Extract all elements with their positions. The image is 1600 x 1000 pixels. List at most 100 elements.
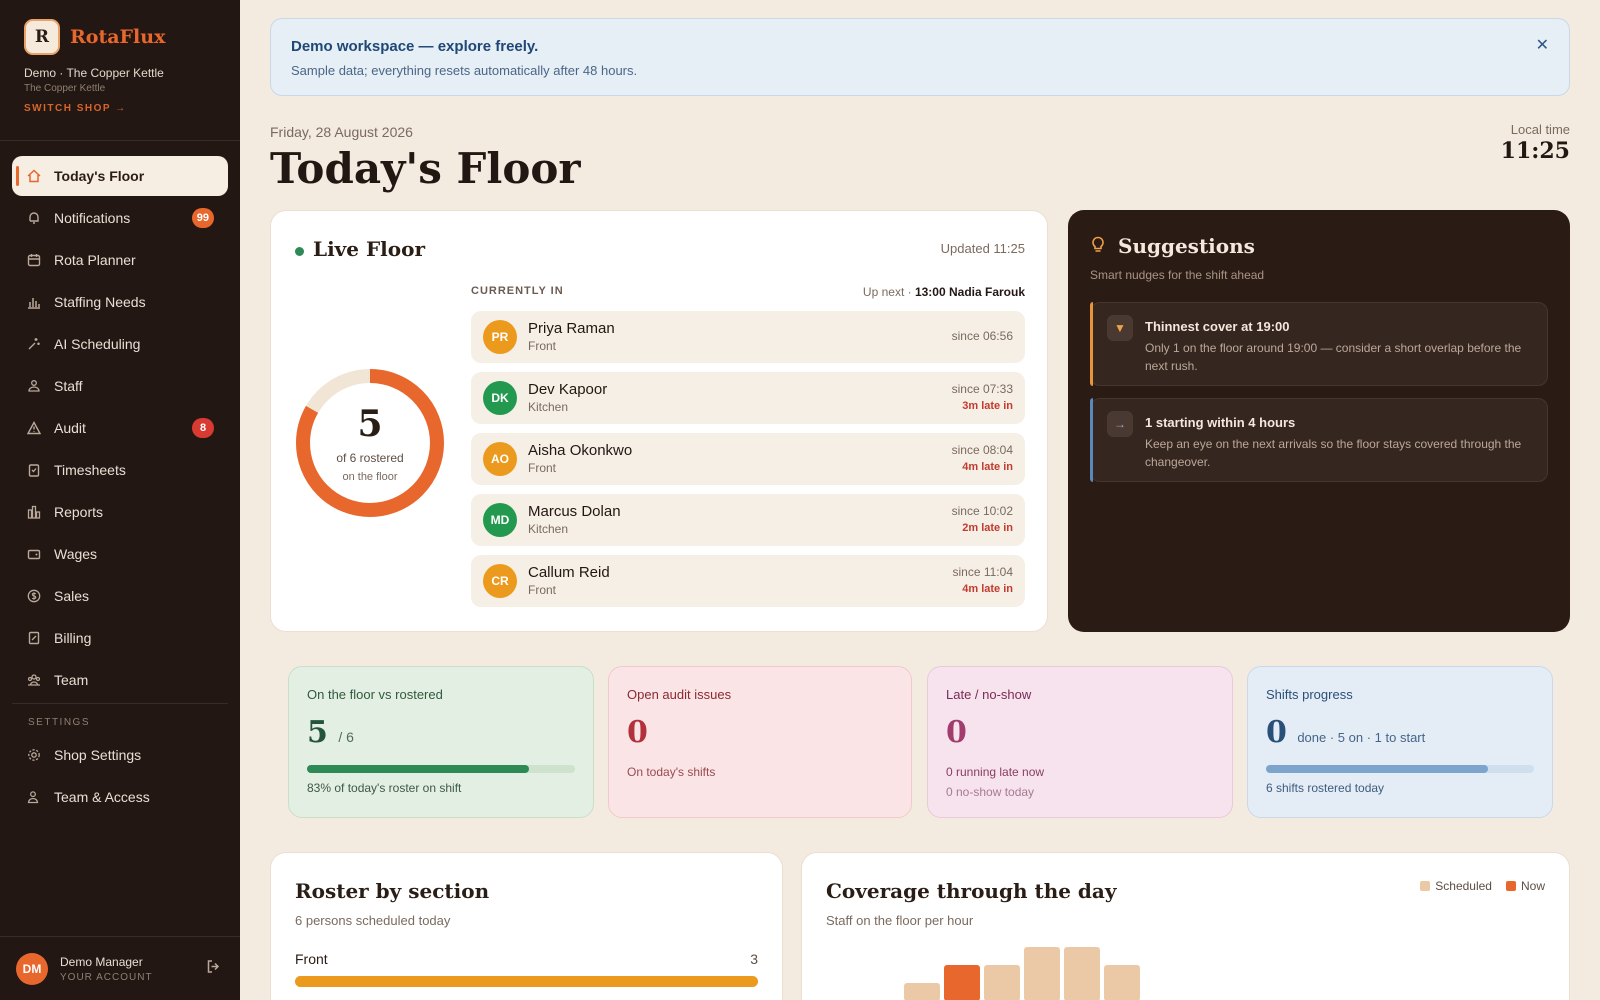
kpi-note: 6 shifts rostered today bbox=[1266, 781, 1385, 795]
calendar-icon bbox=[26, 252, 42, 268]
shop-name: Demo · The Copper Kettle bbox=[24, 66, 164, 80]
kpi-on-floor[interactable]: On the floor vs rostered 5 / 6 83% of to… bbox=[288, 666, 594, 818]
sidebar-item-staffing-needs[interactable]: Staffing Needs bbox=[12, 282, 228, 322]
local-time-label: Local time bbox=[1510, 122, 1570, 137]
person-name: Aisha Okonkwo bbox=[528, 442, 633, 459]
brand-logo: R bbox=[24, 19, 60, 55]
section-name: Front bbox=[295, 951, 328, 967]
lightbulb-icon bbox=[1090, 236, 1106, 259]
suggestion-description: Keep an eye on the next arrivals so the … bbox=[1145, 437, 1522, 469]
clock-in-time: since 07:33 bbox=[951, 382, 1013, 396]
brand[interactable]: R RotaFlux bbox=[24, 19, 165, 55]
settings-divider bbox=[12, 703, 228, 704]
suggestion-description: Only 1 on the floor around 19:00 — consi… bbox=[1145, 341, 1522, 373]
sidebar-item-reports[interactable]: Reports bbox=[12, 492, 228, 532]
person-name: Callum Reid bbox=[528, 564, 610, 581]
arrow-right-icon: → bbox=[1107, 411, 1133, 437]
sidebar-item-label: Team bbox=[54, 672, 89, 688]
avatar: AO bbox=[483, 442, 517, 476]
chart-legend: Scheduled Now bbox=[1420, 879, 1545, 893]
warning-icon bbox=[26, 420, 42, 436]
list-item[interactable]: PR Priya Raman Front since 06:56 bbox=[471, 311, 1025, 363]
sidebar-item-sales[interactable]: Sales bbox=[12, 576, 228, 616]
kpi-open-audit[interactable]: Open audit issues 0 On today's shifts bbox=[608, 666, 912, 818]
list-item[interactable]: AO Aisha Okonkwo Front since 08:04 4m la… bbox=[471, 433, 1025, 485]
list-item[interactable]: DK Dev Kapoor Kitchen since 07:33 3m lat… bbox=[471, 372, 1025, 424]
person-name: Dev Kapoor bbox=[528, 381, 608, 398]
sparkle-icon bbox=[26, 336, 42, 352]
sidebar-item-label: Timesheets bbox=[54, 462, 126, 478]
person-role: Front bbox=[528, 461, 557, 475]
kpi-number: 0 bbox=[1266, 715, 1287, 750]
section-count: 3 bbox=[750, 951, 758, 967]
settings-nav: Shop Settings Team & Access bbox=[12, 735, 228, 819]
kpi-progress-bar bbox=[307, 765, 575, 773]
sidebar-divider bbox=[0, 140, 240, 141]
kpi-label: Late / no-show bbox=[946, 687, 1032, 702]
up-next-prefix: Up next · bbox=[862, 285, 912, 299]
close-icon[interactable]: ✕ bbox=[1536, 35, 1549, 55]
kpi-note: 0 no-show today bbox=[946, 785, 1035, 799]
banner-title: Demo workspace — explore freely. bbox=[291, 38, 539, 55]
switch-shop-link[interactable]: SWITCH SHOP → bbox=[24, 103, 127, 114]
list-item[interactable]: MD Marcus Dolan Kitchen since 10:02 2m l… bbox=[471, 494, 1025, 546]
late-badge: 3m late in bbox=[962, 400, 1013, 412]
up-next[interactable]: Up next · 13:00 Nadia Farouk bbox=[863, 285, 1025, 299]
avatar[interactable]: DM bbox=[16, 953, 48, 985]
sidebar-item-audit[interactable]: Audit 8 bbox=[12, 408, 228, 448]
kpi-progress-fill bbox=[1266, 765, 1489, 773]
account-panel: DM Demo Manager YOUR ACCOUNT bbox=[0, 936, 240, 1000]
sidebar-item-ai-scheduling[interactable]: AI Scheduling bbox=[12, 324, 228, 364]
report-icon bbox=[26, 504, 42, 520]
sidebar-item-team[interactable]: Team bbox=[12, 660, 228, 700]
gear-icon bbox=[26, 747, 42, 763]
kpi-value: 5 / 6 bbox=[307, 715, 354, 750]
sidebar-item-label: AI Scheduling bbox=[54, 336, 141, 352]
sidebar-item-todays-floor[interactable]: Today's Floor bbox=[12, 156, 228, 196]
kpi-shifts-progress[interactable]: Shifts progress 0 done · 5 on · 1 to sta… bbox=[1247, 666, 1553, 818]
account-subtitle: YOUR ACCOUNT bbox=[60, 972, 153, 983]
sidebar-item-shop-settings[interactable]: Shop Settings bbox=[12, 735, 228, 775]
sidebar-item-timesheets[interactable]: Timesheets bbox=[12, 450, 228, 490]
section-bar-fill bbox=[295, 976, 758, 987]
sidebar-item-label: Rota Planner bbox=[54, 252, 136, 268]
roster-by-section-card: Roster by section 6 persons scheduled to… bbox=[270, 852, 783, 1000]
coverage-bar-now bbox=[944, 965, 980, 1000]
kpi-late-no-show[interactable]: Late / no-show 0 0 running late now 0 no… bbox=[927, 666, 1233, 818]
sidebar-item-label: Shop Settings bbox=[54, 747, 142, 763]
home-icon bbox=[26, 168, 42, 184]
coverage-card: Coverage through the day Staff on the fl… bbox=[801, 852, 1570, 1000]
clock-in-time: since 08:04 bbox=[951, 443, 1013, 457]
sidebar-item-label: Audit bbox=[54, 420, 86, 436]
avatar: MD bbox=[483, 503, 517, 537]
logout-icon[interactable] bbox=[206, 959, 221, 977]
banner-subtitle: Sample data; everything resets automatic… bbox=[291, 63, 638, 78]
roster-subtitle: 6 persons scheduled today bbox=[295, 913, 451, 928]
sidebar-item-wages[interactable]: Wages bbox=[12, 534, 228, 574]
kpi-note: 83% of today's roster on shift bbox=[307, 781, 462, 795]
sidebar-item-billing[interactable]: Billing bbox=[12, 618, 228, 658]
coverage-bar bbox=[1024, 947, 1060, 1000]
suggestion-item[interactable]: ▼ Thinnest cover at 19:00 Only 1 on the … bbox=[1090, 302, 1548, 386]
kpi-number: 5 bbox=[307, 715, 328, 750]
person-role: Front bbox=[528, 339, 557, 353]
coverage-title: Coverage through the day bbox=[826, 879, 1117, 903]
sidebar-item-team-access[interactable]: Team & Access bbox=[12, 777, 228, 817]
wallet-icon bbox=[26, 546, 42, 562]
sidebar-item-notifications[interactable]: Notifications 99 bbox=[12, 198, 228, 238]
live-status-dot bbox=[295, 247, 304, 256]
sidebar-item-label: Staff bbox=[54, 378, 83, 394]
bell-icon bbox=[26, 210, 42, 226]
sidebar-item-staff[interactable]: Staff bbox=[12, 366, 228, 406]
kpi-value: 0 bbox=[627, 715, 648, 750]
rostered-text: of 6 rostered bbox=[336, 451, 404, 465]
brand-name: RotaFlux bbox=[70, 26, 166, 48]
suggestion-item[interactable]: → 1 starting within 4 hours Keep an eye … bbox=[1090, 398, 1548, 482]
sidebar-item-label: Today's Floor bbox=[54, 168, 145, 184]
settings-section-label: SETTINGS bbox=[28, 717, 91, 728]
sidebar-nav: Today's Floor Notifications 99 Rota Plan… bbox=[12, 156, 228, 702]
list-item[interactable]: CR Callum Reid Front since 11:04 4m late… bbox=[471, 555, 1025, 607]
sidebar-item-rota-planner[interactable]: Rota Planner bbox=[12, 240, 228, 280]
person-role: Kitchen bbox=[528, 400, 569, 414]
coverage-bar bbox=[984, 965, 1020, 1000]
